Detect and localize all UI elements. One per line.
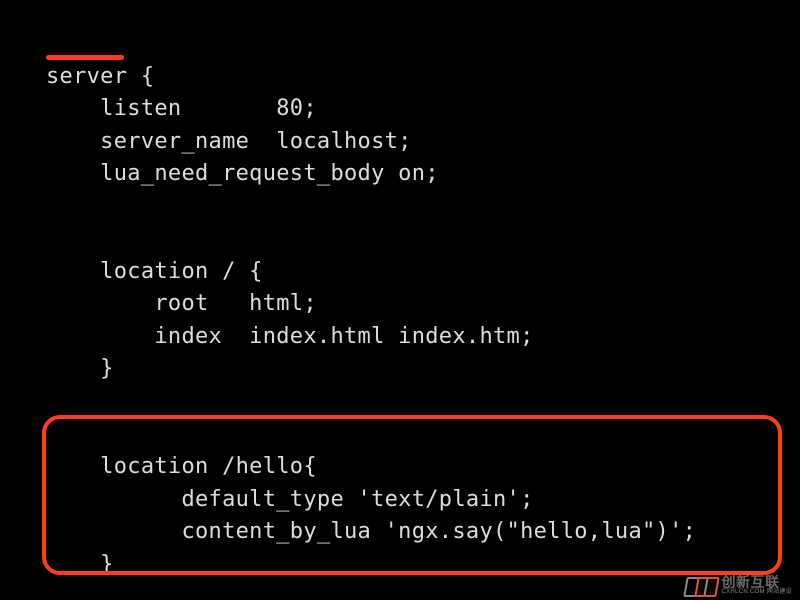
- code-line: location / {: [46, 259, 263, 284]
- code-line: }: [46, 356, 114, 381]
- watermark-sub-text: CXHLCN.COM 网站建设: [721, 589, 792, 595]
- watermark-main-text: 创新互联: [721, 575, 792, 589]
- watermark: 创新互联 CXHLCN.COM 网站建设: [685, 574, 792, 596]
- code-line: listen 80;: [46, 96, 317, 121]
- code-line: index index.html index.htm;: [46, 324, 534, 349]
- code-line: server_name localhost;: [46, 129, 412, 154]
- code-line: lua_need_request_body on;: [46, 161, 439, 186]
- location-hello-highlight-box: [42, 415, 782, 575]
- code-line: root html;: [46, 291, 317, 316]
- code-line: server {: [46, 64, 154, 89]
- server-underline-annotation: [46, 55, 124, 60]
- watermark-text: 创新互联 CXHLCN.COM 网站建设: [721, 575, 792, 595]
- watermark-logo-icon: [685, 574, 717, 596]
